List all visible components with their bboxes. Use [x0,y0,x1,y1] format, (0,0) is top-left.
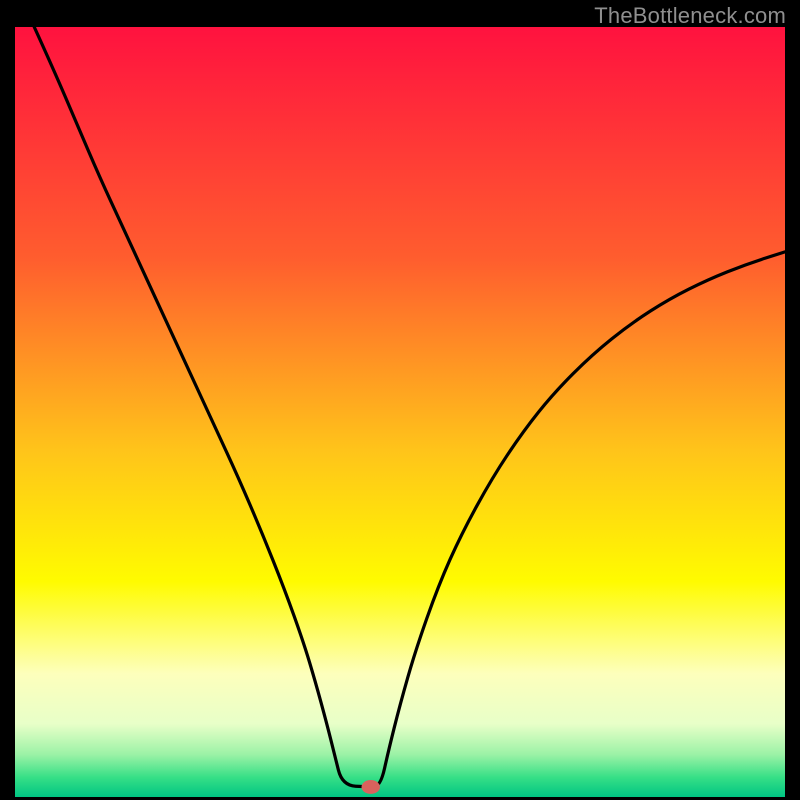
bottleneck-chart [15,27,785,797]
watermark-text: TheBottleneck.com [594,3,786,29]
optimum-marker [362,780,380,794]
chart-frame [15,27,785,797]
gradient-background [15,27,785,797]
